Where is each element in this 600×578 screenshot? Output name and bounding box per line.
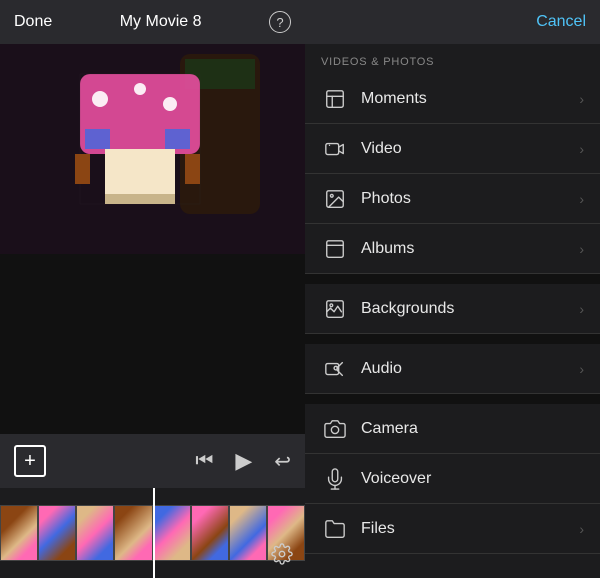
moments-chevron: › bbox=[579, 91, 584, 107]
divider-gap-2 bbox=[305, 334, 600, 344]
timeline-area bbox=[0, 488, 305, 578]
backgrounds-icon bbox=[321, 295, 349, 323]
divider-gap-1 bbox=[305, 274, 600, 284]
frame-3 bbox=[114, 505, 152, 561]
files-icon bbox=[321, 515, 349, 543]
playback-controls: ⏮ ▶ ↩ bbox=[195, 448, 291, 474]
left-panel: Done My Movie 8 ? bbox=[0, 0, 305, 578]
audio-label: Audio bbox=[361, 360, 579, 378]
voiceover-label: Voiceover bbox=[361, 470, 584, 488]
photos-icon bbox=[321, 185, 349, 213]
menu-item-photos[interactable]: Photos › bbox=[305, 174, 600, 224]
preview-image bbox=[0, 44, 305, 254]
menu-list: VIDEOS & PHOTOS Moments › bbox=[305, 44, 600, 578]
albums-chevron: › bbox=[579, 241, 584, 257]
menu-item-voiceover[interactable]: Voiceover bbox=[305, 454, 600, 504]
cancel-button[interactable]: Cancel bbox=[536, 13, 586, 31]
play-button[interactable]: ▶ bbox=[235, 448, 252, 474]
files-label: Files bbox=[361, 520, 579, 538]
files-chevron: › bbox=[579, 521, 584, 537]
menu-item-moments[interactable]: Moments › bbox=[305, 74, 600, 124]
photos-label: Photos bbox=[361, 190, 579, 208]
rewind-start-button[interactable]: ⏮ bbox=[195, 450, 213, 473]
frame-1 bbox=[38, 505, 76, 561]
backgrounds-label: Backgrounds bbox=[361, 300, 579, 318]
camera-label: Camera bbox=[361, 420, 584, 438]
voiceover-icon bbox=[321, 465, 349, 493]
video-icon bbox=[321, 135, 349, 163]
help-button[interactable]: ? bbox=[269, 11, 291, 33]
settings-button[interactable] bbox=[271, 543, 293, 570]
done-button[interactable]: Done bbox=[14, 13, 52, 31]
frame-2 bbox=[76, 505, 114, 561]
menu-item-albums[interactable]: Albums › bbox=[305, 224, 600, 274]
frame-5 bbox=[191, 505, 229, 561]
top-bar: Done My Movie 8 ? bbox=[0, 0, 305, 44]
undo-button[interactable]: ↩ bbox=[274, 449, 291, 474]
menu-item-backgrounds[interactable]: Backgrounds › bbox=[305, 284, 600, 334]
moments-icon bbox=[321, 85, 349, 113]
frame-0 bbox=[0, 505, 38, 561]
divider-gap-3 bbox=[305, 394, 600, 404]
frame-6 bbox=[229, 505, 267, 561]
add-clip-button[interactable]: + bbox=[14, 445, 46, 477]
audio-chevron: › bbox=[579, 361, 584, 377]
section-label-videos-photos: VIDEOS & PHOTOS bbox=[305, 44, 600, 74]
right-header: Cancel bbox=[305, 0, 600, 44]
movie-title: My Movie 8 bbox=[120, 13, 202, 31]
backgrounds-chevron: › bbox=[579, 301, 584, 317]
menu-item-audio[interactable]: Audio › bbox=[305, 344, 600, 394]
menu-item-camera[interactable]: Camera bbox=[305, 404, 600, 454]
photos-chevron: › bbox=[579, 191, 584, 207]
albums-label: Albums bbox=[361, 240, 579, 258]
video-label: Video bbox=[361, 140, 579, 158]
gear-icon bbox=[271, 543, 293, 565]
camera-icon bbox=[321, 415, 349, 443]
frame-4 bbox=[153, 505, 191, 561]
menu-item-video[interactable]: Video › bbox=[305, 124, 600, 174]
moments-label: Moments bbox=[361, 90, 579, 108]
albums-icon bbox=[321, 235, 349, 263]
controls-bar: + ⏮ ▶ ↩ bbox=[0, 434, 305, 488]
right-panel: Cancel VIDEOS & PHOTOS Moments › bbox=[305, 0, 600, 578]
menu-item-files[interactable]: Files › bbox=[305, 504, 600, 554]
video-chevron: › bbox=[579, 141, 584, 157]
audio-icon bbox=[321, 355, 349, 383]
preview-area bbox=[0, 44, 305, 434]
timeline-cursor bbox=[153, 488, 155, 578]
